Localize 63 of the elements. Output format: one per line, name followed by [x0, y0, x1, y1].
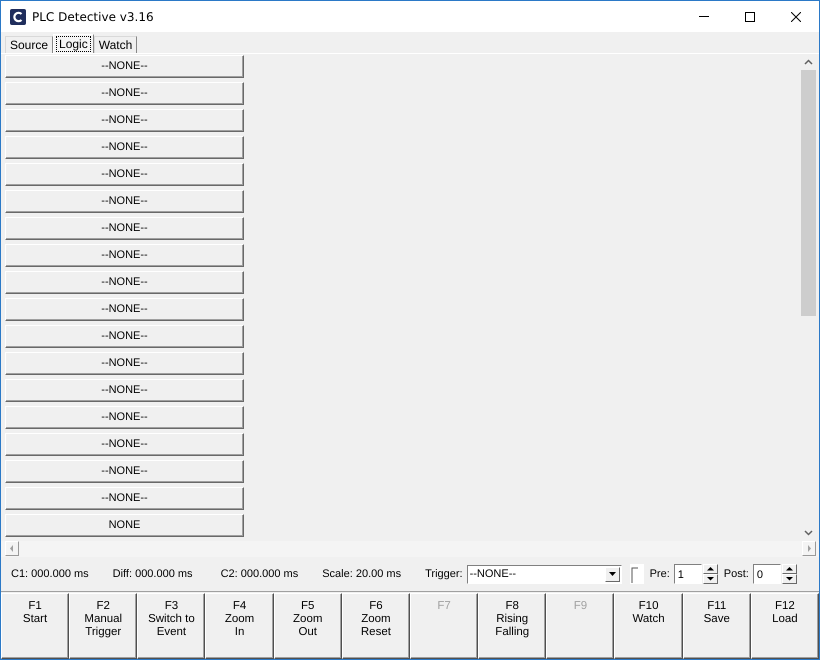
function-key-button[interactable]: F11 Save	[682, 593, 751, 659]
function-key-button[interactable]: F4 Zoom In	[205, 593, 274, 659]
function-key-button[interactable]: F6 Zoom Reset	[342, 593, 410, 659]
trigger-dropdown[interactable]: --NONE--	[466, 564, 622, 584]
function-key-button[interactable]: F1 Start	[1, 593, 70, 659]
scroll-up-icon[interactable]	[804, 58, 812, 65]
status-readout: C1: 000.000 ms	[11, 568, 89, 580]
right-arrow-icon	[805, 544, 813, 554]
dropdown-arrow-icon	[608, 572, 616, 576]
up-arrow-icon	[786, 567, 793, 572]
window-title: PLC Detective v3.16	[32, 10, 154, 24]
signal-button[interactable]: --NONE--	[5, 378, 244, 402]
function-key-button[interactable]: F3 Switch to Event	[137, 593, 206, 659]
signal-button[interactable]: --NONE--	[5, 108, 244, 132]
signal-button[interactable]: --NONE--	[5, 270, 244, 294]
signal-button[interactable]: NONE	[5, 514, 244, 537]
signal-button[interactable]: --NONE--	[5, 82, 244, 105]
left-arrow-icon	[8, 544, 16, 554]
scroll-right-button[interactable]	[802, 541, 816, 556]
app-logo-icon	[10, 8, 26, 24]
function-key-button[interactable]: F10 Watch	[614, 593, 683, 659]
trigger-label: Trigger:	[425, 568, 463, 580]
scroll-left-button[interactable]	[5, 541, 19, 556]
function-key-button[interactable]: F12 Load	[750, 593, 819, 659]
function-key-button[interactable]: F2 Manual Trigger	[69, 593, 138, 659]
signal-button[interactable]: --NONE--	[5, 432, 244, 456]
spin-down-button[interactable]	[702, 574, 718, 584]
pre-field[interactable]: 1	[674, 564, 702, 584]
signal-button[interactable]: --NONE--	[5, 136, 244, 159]
function-key-button[interactable]: F5 Zoom Out	[274, 593, 342, 659]
tab[interactable]: Watch	[94, 36, 138, 53]
post-field[interactable]: 0	[752, 564, 781, 584]
signal-button[interactable]: --NONE--	[5, 486, 244, 510]
signal-button[interactable]: --NONE--	[5, 298, 244, 321]
signal-button[interactable]: --NONE--	[5, 460, 244, 483]
minimize-icon	[699, 16, 709, 17]
down-arrow-icon	[706, 577, 714, 582]
signal-button[interactable]: --NONE--	[5, 162, 244, 186]
pre-label: Pre:	[650, 568, 670, 580]
status-readout: Diff: 000.000 ms	[112, 568, 193, 580]
post-label: Post:	[724, 568, 749, 580]
maximize-icon	[745, 12, 755, 22]
function-key-button[interactable]: F8 Rising Falling	[478, 593, 546, 659]
scrollbar-thumb[interactable]	[800, 70, 816, 316]
spin-up-button[interactable]	[702, 564, 718, 574]
spin-up-button[interactable]	[782, 564, 797, 574]
signal-button[interactable]: --NONE--	[5, 190, 244, 213]
signal-button[interactable]: --NONE--	[5, 244, 244, 267]
up-arrow-icon	[706, 567, 714, 572]
status-readout: C2: 000.000 ms	[220, 568, 298, 580]
signal-button[interactable]: --NONE--	[5, 216, 244, 240]
signal-button[interactable]: --NONE--	[5, 324, 244, 348]
down-arrow-icon	[786, 577, 793, 582]
edge-toggle[interactable]	[630, 564, 644, 584]
spin-down-button[interactable]	[782, 574, 797, 584]
signal-button[interactable]: --NONE--	[5, 352, 244, 375]
tab[interactable]: Source	[5, 36, 54, 53]
close-icon	[791, 12, 801, 22]
signal-button[interactable]: --NONE--	[5, 406, 244, 429]
signal-button[interactable]: --NONE--	[5, 54, 244, 78]
status-readout: Scale: 20.00 ms	[322, 568, 402, 580]
scroll-down-icon[interactable]	[804, 530, 812, 536]
tab[interactable]: Logic	[53, 34, 94, 53]
